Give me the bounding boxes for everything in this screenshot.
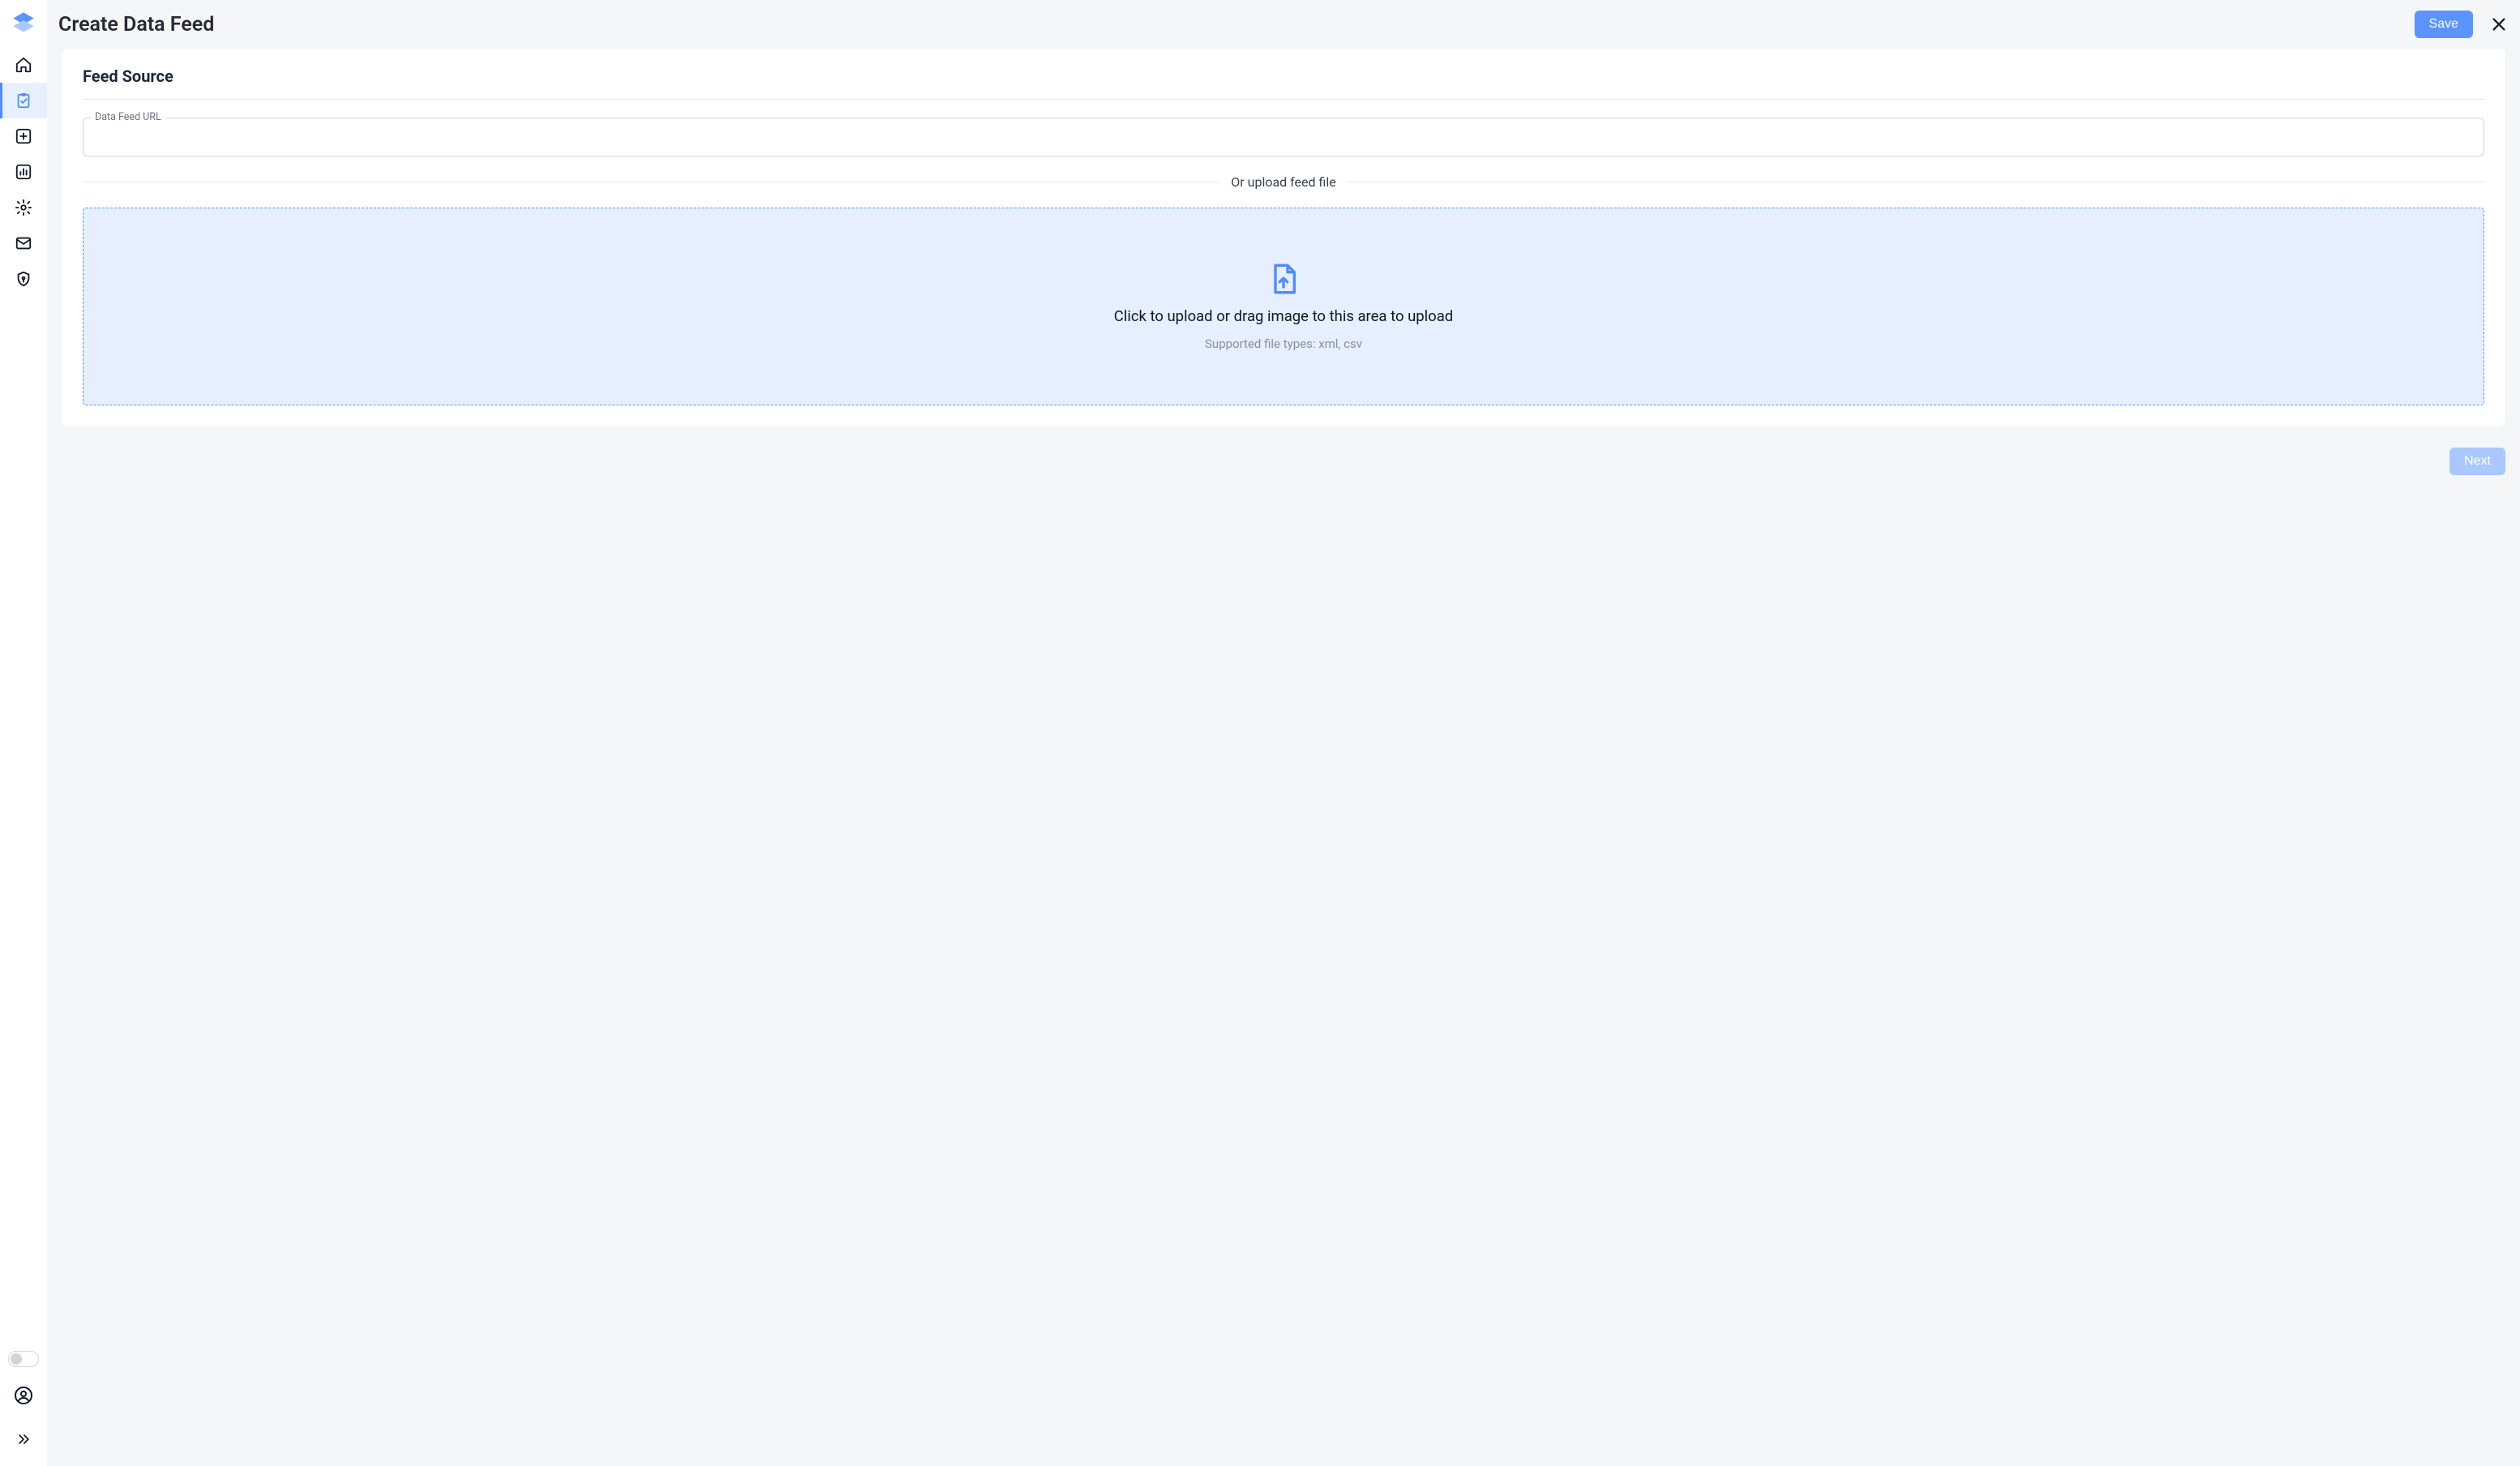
sidebar-item-settings[interactable] [0,190,47,225]
sidebar-item-feeds[interactable] [0,83,47,118]
bar-chart-icon [15,163,32,181]
topbar-actions: Save [2415,11,2510,38]
next-button[interactable]: Next [2449,448,2505,475]
content: Feed Source Data Feed URL Or upload feed… [47,49,2520,1466]
app-logo[interactable] [8,8,39,39]
card-title: Feed Source [83,66,2484,100]
sidebar [0,0,47,1466]
gear-icon [15,199,32,216]
toggle-knob [11,1353,22,1365]
divider-text: Or upload feed file [1231,174,1336,190]
upload-divider: Or upload feed file [83,174,2484,190]
topbar: Create Data Feed Save [47,0,2520,49]
close-icon [2490,15,2508,33]
home-icon [15,56,32,74]
chevrons-right-icon [15,1431,32,1447]
user-circle-icon [14,1386,33,1405]
upload-dropzone[interactable]: Click to upload or drag image to this ar… [83,208,2484,405]
mail-icon [15,234,32,252]
sidebar-nav [0,47,47,297]
logo-icon [11,11,36,36]
sidebar-item-mail[interactable] [0,225,47,261]
sidebar-expand[interactable] [8,1424,39,1455]
dropzone-title: Click to upload or drag image to this ar… [1114,307,1453,325]
sidebar-item-add[interactable] [0,118,47,154]
dropzone-subtitle: Supported file types: xml, csv [1205,336,1362,351]
sidebar-item-security[interactable] [0,261,47,297]
clipboard-check-icon [15,92,32,109]
theme-toggle[interactable] [8,1351,39,1367]
sidebar-account[interactable] [8,1380,39,1411]
close-button[interactable] [2488,13,2510,36]
page-title: Create Data Feed [58,13,214,36]
sidebar-item-home[interactable] [0,47,47,83]
plus-square-icon [15,127,32,145]
data-feed-url-field: Data Feed URL [83,118,2484,156]
save-button[interactable]: Save [2415,11,2473,38]
sidebar-bottom [0,1351,47,1466]
footer-actions: Next [62,448,2505,475]
feed-source-card: Feed Source Data Feed URL Or upload feed… [62,49,2505,427]
shield-key-icon [15,270,32,288]
sidebar-item-reports[interactable] [0,154,47,190]
data-feed-url-label: Data Feed URL [91,111,165,123]
data-feed-url-input[interactable] [83,118,2484,156]
file-upload-icon [1267,262,1300,296]
